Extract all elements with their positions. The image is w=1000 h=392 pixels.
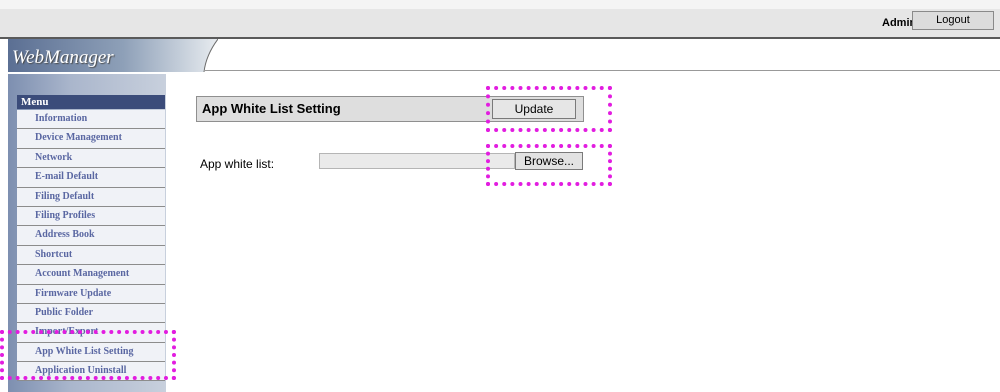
sidebar-item-app-white-list-setting[interactable]: App White List Setting — [17, 342, 165, 363]
top-bar-shade — [0, 0, 1000, 9]
sidebar-item-filing-default[interactable]: Filing Default — [17, 187, 165, 207]
sidebar-item-application-uninstall[interactable]: Application Uninstall — [17, 362, 165, 382]
sidebar-menu: Information Device Management Network E-… — [17, 110, 165, 382]
sidebar-item-address-book[interactable]: Address Book — [17, 226, 165, 246]
sidebar-item-device-management[interactable]: Device Management — [17, 129, 165, 149]
sidebar-item-network[interactable]: Network — [17, 148, 165, 169]
logout-button[interactable]: Logout — [912, 11, 994, 30]
sidebar-item-firmware-update[interactable]: Firmware Update — [17, 284, 165, 304]
browse-button[interactable]: Browse... — [515, 152, 583, 170]
header-bottom-line — [204, 70, 1000, 71]
app-white-list-file-input[interactable] — [319, 153, 515, 169]
sidebar-item-public-folder[interactable]: Public Folder — [17, 303, 165, 324]
sidebar-item-email-default[interactable]: E-mail Default — [17, 168, 165, 188]
sidebar-item-account-management[interactable]: Account Management — [17, 265, 165, 285]
update-button[interactable]: Update — [492, 99, 576, 119]
sidebar-item-shortcut[interactable]: Shortcut — [17, 245, 165, 266]
app-white-list-label: App white list: — [200, 157, 275, 171]
menu-header: Menu — [17, 95, 165, 109]
sidebar-item-filing-profiles[interactable]: Filing Profiles — [17, 206, 165, 227]
page-title: App White List Setting — [202, 101, 341, 116]
sidebar-item-information[interactable]: Information — [17, 110, 165, 130]
logo-text: WebManager — [12, 47, 114, 68]
top-bar — [0, 0, 1000, 37]
sidebar-item-import-export[interactable]: Import/Export — [17, 323, 165, 343]
